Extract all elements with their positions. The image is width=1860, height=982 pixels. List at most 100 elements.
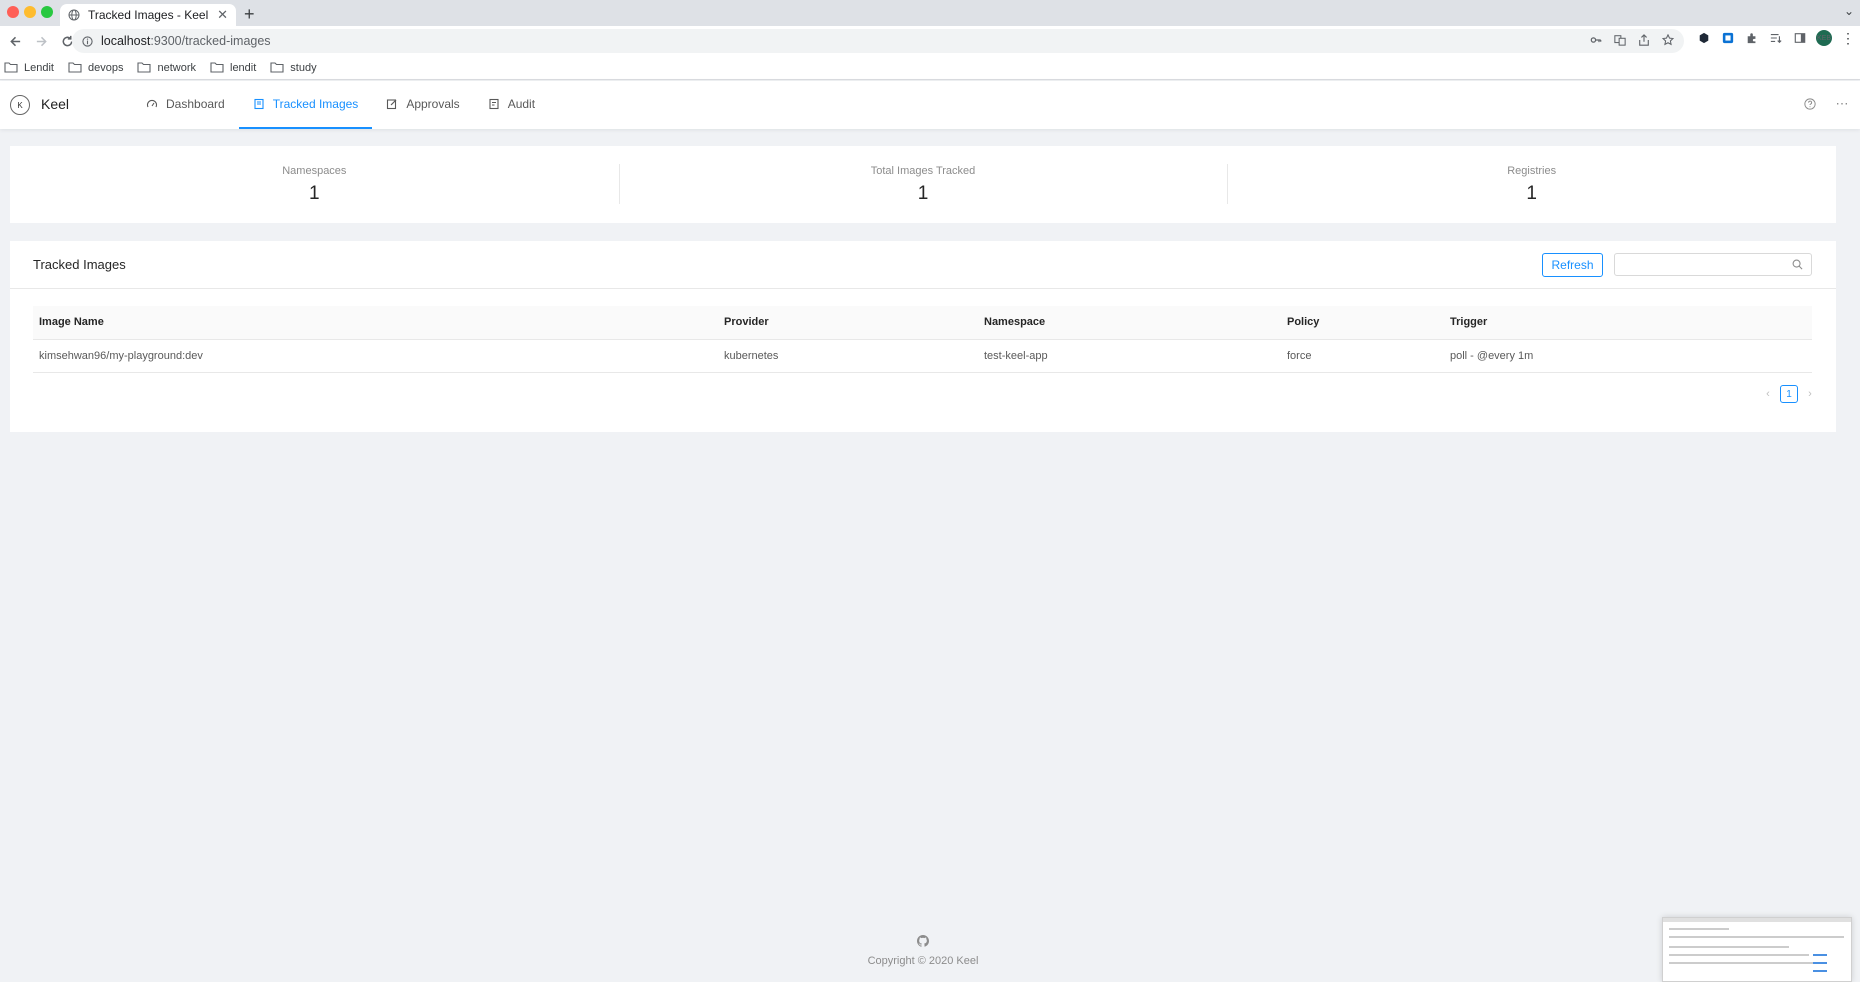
- keel-logo[interactable]: K: [10, 95, 30, 115]
- app-header: K Keel Dashboard Tracked Images Approval…: [0, 81, 1860, 129]
- close-window-button[interactable]: [7, 6, 19, 18]
- thumbnail-accent: [1813, 970, 1827, 972]
- nav-approvals[interactable]: Approvals: [372, 81, 473, 129]
- browser-tab-strip: Tracked Images - Keel ✕ + ⌄: [0, 0, 1860, 26]
- next-page-chevron-icon[interactable]: ›: [1804, 388, 1816, 400]
- thumbnail-line: [1669, 936, 1844, 938]
- address-bar[interactable]: localhost:9300/tracked-images: [72, 29, 1684, 53]
- extensions-puzzle-icon[interactable]: [1744, 30, 1760, 46]
- card-header: Tracked Images Refresh: [10, 241, 1836, 289]
- column-header: Provider: [718, 306, 978, 340]
- nav-label: Dashboard: [166, 97, 225, 111]
- profile-avatar[interactable]: KEB: [1816, 30, 1832, 46]
- stat-value: 1: [1526, 183, 1537, 204]
- nav-tracked-images[interactable]: Tracked Images: [238, 81, 373, 129]
- thumbnail-accent: [1813, 962, 1827, 964]
- tracked-images-table: Image Name Provider Namespace Policy Tri…: [33, 306, 1812, 373]
- bookmark-label: lendit: [230, 61, 257, 74]
- tab-title: Tracked Images - Keel: [88, 8, 209, 22]
- brand-name[interactable]: Keel: [41, 96, 69, 112]
- folder-icon: [68, 62, 82, 73]
- bookmark-item[interactable]: study: [270, 61, 317, 74]
- stat-label: Registries: [1507, 165, 1557, 177]
- nav-label: Approvals: [406, 97, 460, 111]
- folder-icon: [210, 62, 224, 73]
- bookmark-label: devops: [87, 61, 124, 74]
- help-icon[interactable]: [1802, 96, 1818, 112]
- thumbnail-line: [1669, 954, 1809, 956]
- edit-icon: [386, 98, 398, 110]
- minimize-window-button[interactable]: [24, 6, 36, 18]
- column-header: Image Name: [33, 306, 718, 340]
- stat-registries: Registries 1: [1227, 146, 1836, 223]
- bookmark-item[interactable]: devops: [68, 62, 123, 74]
- search-icon[interactable]: [1792, 259, 1803, 270]
- provider-cell: kubernetes: [718, 339, 978, 373]
- tab-search-chevron-icon[interactable]: ⌄: [1844, 4, 1854, 18]
- folder-icon: [4, 62, 18, 73]
- dashboard-icon: [146, 98, 158, 110]
- bookmark-item[interactable]: Lendit: [4, 62, 54, 74]
- screenshot-preview-thumbnail[interactable]: [1662, 917, 1852, 982]
- new-tab-button[interactable]: +: [244, 4, 255, 24]
- bookmarks-bar: Lendit devops network lendit study: [0, 56, 1860, 80]
- search-input[interactable]: [1615, 254, 1785, 275]
- bookmark-star-icon[interactable]: [1660, 32, 1676, 48]
- url-host: localhost: [101, 34, 151, 48]
- kebab-menu-icon[interactable]: ⋮: [1840, 30, 1856, 46]
- extension-square-icon[interactable]: [1720, 30, 1736, 46]
- nav-label: Tracked Images: [272, 97, 359, 111]
- stat-total-images: Total Images Tracked 1: [618, 146, 1228, 223]
- prev-page-chevron-icon[interactable]: ‹: [1762, 388, 1774, 400]
- page-number[interactable]: 1: [1780, 385, 1798, 403]
- extension-hex-icon[interactable]: [1696, 30, 1712, 46]
- stat-value: 1: [309, 183, 320, 204]
- table-row[interactable]: kimsehwan96/my-playground:dev kubernetes…: [33, 339, 1812, 373]
- site-info-icon[interactable]: [82, 35, 93, 47]
- side-panel-icon[interactable]: [1792, 30, 1808, 46]
- trigger-cell: poll - @every 1m: [1444, 339, 1812, 373]
- nav-label: Audit: [507, 97, 536, 111]
- stats-card: Namespaces 1 Total Images Tracked 1 Regi…: [10, 146, 1836, 223]
- close-tab-icon[interactable]: ✕: [217, 7, 228, 23]
- book-icon: [253, 98, 265, 110]
- logo-letter: K: [17, 100, 23, 110]
- browser-tab[interactable]: Tracked Images - Keel ✕: [60, 4, 236, 26]
- key-icon[interactable]: [1588, 32, 1604, 48]
- column-header: Policy: [1281, 306, 1444, 340]
- back-arrow-icon[interactable]: [4, 30, 26, 52]
- zoom-window-button[interactable]: [41, 6, 53, 18]
- bookmark-item[interactable]: network: [137, 62, 196, 74]
- thumbnail-line: [1669, 962, 1819, 964]
- stat-namespaces: Namespaces 1: [10, 146, 619, 223]
- namespace-cell: test-keel-app: [978, 339, 1281, 373]
- folder-icon: [137, 62, 152, 73]
- reading-list-icon[interactable]: [1768, 30, 1784, 46]
- pagination: ‹ 1 ›: [1762, 385, 1816, 403]
- policy-cell: force: [1281, 339, 1444, 373]
- thumbnail-line: [1669, 946, 1789, 948]
- share-icon[interactable]: [1636, 32, 1652, 48]
- audit-icon: [488, 98, 500, 110]
- bookmark-label: study: [290, 61, 317, 74]
- forward-arrow-icon[interactable]: [30, 30, 52, 52]
- nav-audit[interactable]: Audit: [474, 81, 549, 129]
- main-nav: Dashboard Tracked Images Approvals Audit: [132, 81, 549, 129]
- thumbnail-bar: [1663, 918, 1851, 922]
- card-title: Tracked Images: [33, 257, 126, 272]
- thumbnail-accent: [1813, 954, 1827, 956]
- stat-label: Namespaces: [282, 165, 347, 177]
- browser-toolbar: localhost:9300/tracked-images KEB ⋮: [0, 26, 1860, 56]
- refresh-button[interactable]: Refresh: [1542, 253, 1603, 277]
- thumbnail-line: [1669, 928, 1729, 930]
- more-ellipsis-icon[interactable]: ⋯: [1834, 96, 1850, 112]
- nav-dashboard[interactable]: Dashboard: [132, 81, 239, 129]
- column-header: Namespace: [978, 306, 1281, 340]
- translate-icon[interactable]: [1612, 32, 1628, 48]
- folder-icon: [270, 62, 284, 73]
- tracked-images-card: Tracked Images Refresh Image Name Provid…: [10, 241, 1836, 432]
- bookmark-item[interactable]: lendit: [210, 62, 256, 74]
- github-icon[interactable]: [917, 935, 929, 947]
- footer-copyright: Copyright © 2020 Keel: [867, 955, 979, 967]
- stat-value: 1: [917, 183, 929, 204]
